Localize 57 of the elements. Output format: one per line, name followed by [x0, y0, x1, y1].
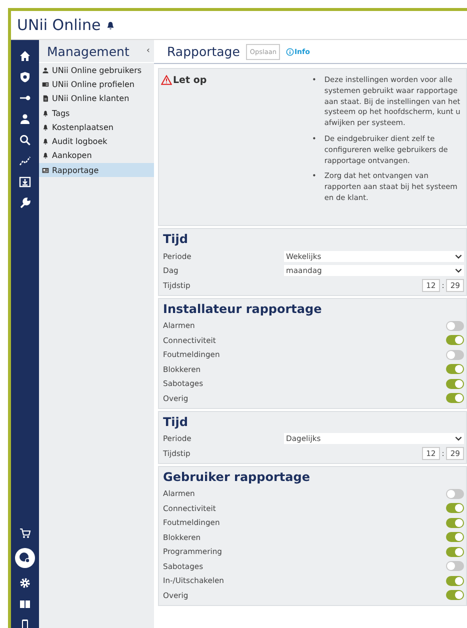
toggle-switch[interactable]: [446, 503, 464, 514]
person-icon: [42, 66, 49, 74]
submenu-item[interactable]: Aankopen: [39, 148, 154, 164]
submenu-item[interactable]: Kostenplaatsen: [39, 120, 154, 134]
submenu-title: Management: [47, 44, 130, 58]
toggle-switch[interactable]: [446, 488, 464, 499]
search-icon[interactable]: [19, 134, 31, 146]
submenu-item[interactable]: UNii Online profielen: [39, 77, 154, 92]
person-icon[interactable]: [19, 113, 31, 125]
bell-icon: [42, 138, 49, 146]
toggle-switch[interactable]: [446, 335, 464, 346]
shield-icon[interactable]: [19, 71, 31, 83]
submenu-item[interactable]: Tags: [39, 106, 154, 120]
section-title: Tijd: [163, 232, 190, 246]
chevron-down-icon: [455, 268, 462, 274]
submenu-item[interactable]: UNii Online klanten: [39, 92, 154, 106]
submenu-item[interactable]: UNii Online gebruikers: [39, 63, 154, 78]
settings-icon[interactable]: [19, 577, 31, 589]
chevron-down-icon: [455, 436, 462, 442]
bell-icon: [42, 152, 49, 160]
submenu-item[interactable]: Audit logboek: [39, 134, 154, 149]
cart-icon[interactable]: [19, 527, 31, 539]
report-icon: [42, 166, 49, 174]
phone-icon[interactable]: [19, 619, 31, 628]
toggle-switch[interactable]: [446, 320, 464, 331]
document-icon: [42, 95, 49, 102]
bell-icon: [42, 124, 49, 131]
bell-icon[interactable]: [106, 20, 115, 30]
toggle-switch[interactable]: [446, 576, 464, 586]
toggle-switch[interactable]: [446, 364, 464, 374]
book-icon[interactable]: [19, 598, 31, 610]
download-icon[interactable]: [19, 176, 31, 188]
section-title: Tijd: [163, 414, 190, 428]
notice-title: Let op: [173, 75, 207, 86]
id-card-icon: [42, 80, 49, 88]
wrench-icon[interactable]: [19, 197, 31, 209]
collapse-button[interactable]: ‹: [146, 46, 150, 56]
toggle-switch[interactable]: [446, 378, 464, 389]
toggle-switch[interactable]: [446, 546, 464, 557]
page-title: Rapportage: [167, 44, 240, 59]
bell-icon: [42, 110, 49, 117]
avatar-icon[interactable]: [15, 548, 35, 568]
submenu-item[interactable]: Rapportage: [39, 163, 154, 178]
toggle-switch[interactable]: [446, 532, 464, 542]
warning-icon: [161, 75, 172, 85]
app-title: UNii Online: [17, 16, 101, 34]
section-title: Installateur rapportage: [163, 302, 323, 316]
toggle-switch[interactable]: [446, 561, 464, 572]
toggle-switch[interactable]: [446, 350, 464, 360]
chevron-down-icon: [455, 254, 462, 259]
toggle-switch[interactable]: [446, 590, 464, 600]
toggle-switch[interactable]: [446, 518, 464, 528]
info-icon: [286, 48, 294, 56]
chart-icon[interactable]: [19, 155, 31, 167]
home-icon[interactable]: [19, 50, 31, 62]
toggle-switch[interactable]: [446, 393, 464, 404]
section-title: Gebruiker rapportage: [163, 470, 311, 484]
